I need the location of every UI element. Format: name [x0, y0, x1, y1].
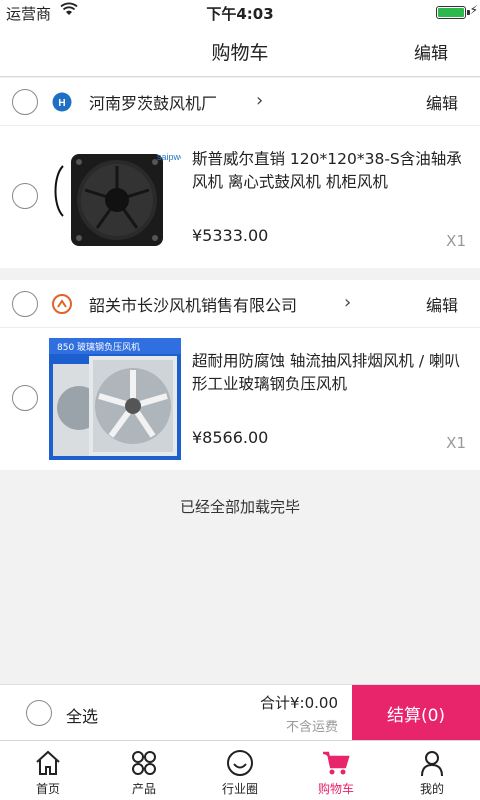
- user-icon: [421, 751, 443, 777]
- shop-header: H 河南罗茨鼓风机厂 › 编辑: [0, 78, 480, 126]
- cart-item: saipwell 斯普威尔直销 120*120*38-S含油轴承风机 离心式鼓风…: [0, 126, 480, 268]
- product-image[interactable]: saipwell: [49, 136, 181, 258]
- checkout-button[interactable]: 结算(0): [352, 685, 480, 741]
- nav-bar: 购物车 编辑: [0, 24, 480, 77]
- shop-name[interactable]: 河南罗茨鼓风机厂: [89, 90, 217, 114]
- product-price: ¥5333.00: [192, 226, 269, 245]
- shop-section: H 河南罗茨鼓风机厂 › 编辑 saipwell 斯普威尔直销 120: [0, 78, 480, 268]
- item-select-radio[interactable]: [12, 183, 38, 209]
- tab-bar: 首页 产品 行业圈 购物车 我的: [0, 740, 480, 800]
- select-all-radio[interactable]: [26, 700, 52, 726]
- product-quantity: X1: [446, 232, 466, 250]
- page-title: 购物车: [211, 42, 269, 64]
- total-price: 合计¥:0.00: [260, 694, 338, 712]
- image-banner-text: 850 玻璃钢负压风机: [57, 341, 140, 353]
- product-title[interactable]: 超耐用防腐蚀 轴流抽风排烟风机 / 喇叭形工业玻璃钢负压风机: [192, 350, 468, 396]
- shop-header: 韶关市长沙风机销售有限公司 › 编辑: [0, 280, 480, 328]
- cart-item: 850 玻璃钢负压风机 超耐用防腐蚀 轴流抽风排烟风机 / 喇叭形工业玻璃钢负压…: [0, 328, 480, 470]
- checkout-bar: 全选 合计¥:0.00 不含运费 结算(0): [0, 684, 480, 741]
- tab-cart[interactable]: 购物车: [288, 741, 384, 800]
- tab-label: 产品: [131, 782, 156, 796]
- shop-edit-button[interactable]: 编辑: [426, 90, 458, 114]
- tab-label: 我的: [419, 782, 444, 796]
- product-title[interactable]: 斯普威尔直销 120*120*38-S含油轴承风机 离心式鼓风机 机柜风机: [192, 148, 468, 194]
- shop-name[interactable]: 韶关市长沙风机销售有限公司: [89, 292, 297, 316]
- brand-logo-text: saipwell: [157, 152, 181, 162]
- shop-section: 韶关市长沙风机销售有限公司 › 编辑 850 玻璃钢负压风机 超耐用防腐蚀 轴流…: [0, 280, 480, 470]
- chevron-right-icon[interactable]: ›: [256, 90, 263, 111]
- product-quantity: X1: [446, 434, 466, 452]
- shop-logo-icon: H: [52, 92, 72, 112]
- tab-products[interactable]: 产品: [96, 741, 192, 800]
- tab-label: 首页: [35, 782, 60, 796]
- battery-icon: [436, 6, 466, 19]
- tab-label: 购物车: [317, 782, 354, 796]
- select-all-label[interactable]: 全选: [66, 703, 98, 727]
- shop-select-radio[interactable]: [12, 291, 38, 317]
- home-icon: [36, 750, 60, 775]
- tab-label: 行业圈: [221, 782, 258, 796]
- shop-edit-button[interactable]: 编辑: [426, 292, 458, 316]
- shop-logo-icon: [52, 294, 72, 314]
- item-select-radio[interactable]: [12, 385, 38, 411]
- tab-home[interactable]: 首页: [0, 741, 96, 800]
- edit-cart-button[interactable]: 编辑: [414, 39, 448, 64]
- product-image[interactable]: 850 玻璃钢负压风机: [49, 338, 181, 460]
- product-price: ¥8566.00: [192, 428, 269, 447]
- tab-industry-circle[interactable]: 行业圈: [192, 741, 288, 800]
- chevron-right-icon[interactable]: ›: [344, 292, 351, 313]
- svg-text:H: H: [58, 98, 65, 109]
- status-bar: 运营商 下午4:03 ⚡: [0, 0, 480, 24]
- charging-icon: ⚡: [469, 3, 478, 17]
- grid-icon: [132, 751, 156, 775]
- cart-icon: [323, 751, 350, 775]
- clock: 下午4:03: [206, 5, 274, 23]
- shop-select-radio[interactable]: [12, 89, 38, 115]
- shipping-note: 不含运费: [285, 720, 338, 735]
- smile-icon: [227, 750, 253, 776]
- all-loaded-text: 已经全部加载完毕: [179, 498, 300, 516]
- tab-mine[interactable]: 我的: [384, 741, 480, 800]
